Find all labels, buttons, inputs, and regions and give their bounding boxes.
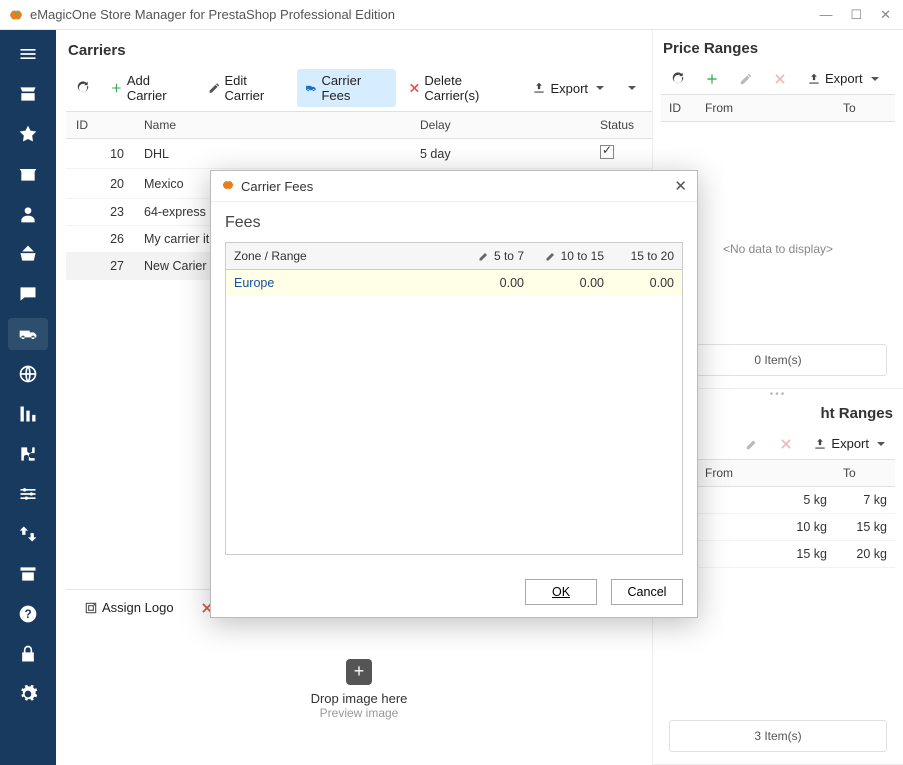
sidebar-shipping-icon[interactable] xyxy=(8,318,48,350)
fees-col-3[interactable]: 15 to 20 xyxy=(612,243,682,269)
pr-refresh-button[interactable] xyxy=(663,68,693,90)
status-checkbox[interactable] xyxy=(600,145,614,159)
app-title: eMagicOne Store Manager for PrestaShop P… xyxy=(30,7,819,22)
pr-col-to[interactable]: To xyxy=(835,95,895,121)
carriers-more-button[interactable] xyxy=(616,82,644,94)
fees-row[interactable]: Europe 0.00 0.00 0.00 xyxy=(226,270,682,296)
dialog-close-button[interactable]: ✕ xyxy=(674,177,687,195)
edit-carrier-button[interactable]: Edit Carrier xyxy=(200,69,293,107)
sidebar-sync-icon[interactable] xyxy=(8,518,48,550)
minimize-button[interactable]: — xyxy=(819,7,832,23)
fees-zone: Europe xyxy=(226,270,462,296)
sidebar-settings-icon[interactable] xyxy=(8,678,48,710)
plus-icon: + xyxy=(346,659,372,685)
carriers-toolbar: Add Carrier Edit Carrier Carrier Fees De… xyxy=(66,65,652,111)
sidebar-star-icon[interactable] xyxy=(8,118,48,150)
pr-edit-button[interactable] xyxy=(731,68,761,90)
wr-col-to[interactable]: To xyxy=(835,460,895,486)
pr-count: 0 Item(s) xyxy=(669,344,887,376)
pr-delete-button[interactable] xyxy=(765,68,795,90)
svg-text:?: ? xyxy=(24,608,31,621)
price-ranges-title: Price Ranges xyxy=(661,36,895,63)
sidebar-message-icon[interactable] xyxy=(8,278,48,310)
wr-col-from[interactable]: From xyxy=(697,460,835,486)
sidebar-products-icon[interactable] xyxy=(8,158,48,190)
dialog-title: Carrier Fees xyxy=(241,179,313,194)
sidebar-store-icon[interactable] xyxy=(8,78,48,110)
pr-col-from[interactable]: From xyxy=(697,95,835,121)
carriers-title: Carriers xyxy=(66,38,652,65)
fees-cell[interactable]: 0.00 xyxy=(532,270,612,296)
pr-export-button[interactable]: Export xyxy=(799,67,887,90)
sidebar-menu-icon[interactable] xyxy=(8,38,48,70)
ok-button[interactable]: OK xyxy=(525,579,597,605)
pr-col-id[interactable]: ID xyxy=(661,95,697,121)
table-row[interactable]: 10 DHL 5 day xyxy=(66,139,652,169)
drop-title: Drop image here xyxy=(311,691,408,706)
maximize-button[interactable]: ☐ xyxy=(850,7,862,23)
fees-heading: Fees xyxy=(225,214,683,232)
app-logo-icon xyxy=(8,7,24,23)
sidebar-sliders-icon[interactable] xyxy=(8,478,48,510)
fees-cell[interactable]: 0.00 xyxy=(612,270,682,296)
wr-export-button[interactable]: Export xyxy=(805,432,893,455)
delete-carrier-button[interactable]: Delete Carrier(s) xyxy=(400,69,521,107)
image-drop-zone[interactable]: + Drop image here Preview image xyxy=(76,619,642,759)
col-delay[interactable]: Delay xyxy=(412,112,592,138)
sidebar-help-icon[interactable]: ? xyxy=(8,598,48,630)
refresh-button[interactable] xyxy=(68,77,98,99)
titlebar: eMagicOne Store Manager for PrestaShop P… xyxy=(0,0,903,30)
fees-col-2[interactable]: 10 to 15 xyxy=(532,243,612,269)
carrier-fees-button[interactable]: Carrier Fees xyxy=(297,69,396,107)
carriers-export-button[interactable]: Export xyxy=(524,77,612,100)
drop-subtitle: Preview image xyxy=(320,706,399,720)
col-id[interactable]: ID xyxy=(66,112,136,138)
col-status[interactable]: Status xyxy=(592,112,652,138)
sidebar-stats-icon[interactable] xyxy=(8,398,48,430)
sidebar-basket-icon[interactable] xyxy=(8,238,48,270)
sidebar-plugin-icon[interactable] xyxy=(8,438,48,470)
close-button[interactable]: ✕ xyxy=(880,7,891,23)
col-name[interactable]: Name xyxy=(136,112,412,138)
fees-col-1[interactable]: 5 to 7 xyxy=(462,243,532,269)
assign-logo-button[interactable]: Assign Logo xyxy=(76,596,182,619)
cancel-button[interactable]: Cancel xyxy=(611,579,683,605)
wr-delete-button[interactable] xyxy=(771,433,801,455)
sidebar-archive-icon[interactable] xyxy=(8,558,48,590)
add-carrier-button[interactable]: Add Carrier xyxy=(102,69,196,107)
wr-count: 3 Item(s) xyxy=(669,720,887,752)
pr-add-button[interactable] xyxy=(697,68,727,90)
fees-cell[interactable]: 0.00 xyxy=(462,270,532,296)
carrier-fees-dialog: Carrier Fees ✕ Fees Zone / Range 5 to 7 … xyxy=(210,170,698,618)
wr-edit-button[interactable] xyxy=(737,433,767,455)
sidebar-customer-icon[interactable] xyxy=(8,198,48,230)
sidebar-globe-icon[interactable] xyxy=(8,358,48,390)
fees-col-zone[interactable]: Zone / Range xyxy=(226,243,462,269)
sidebar-lock-icon[interactable] xyxy=(8,638,48,670)
dialog-logo-icon xyxy=(221,178,235,195)
sidebar: ? xyxy=(0,30,56,765)
fees-table: Zone / Range 5 to 7 10 to 15 15 to 20 Eu… xyxy=(225,242,683,555)
